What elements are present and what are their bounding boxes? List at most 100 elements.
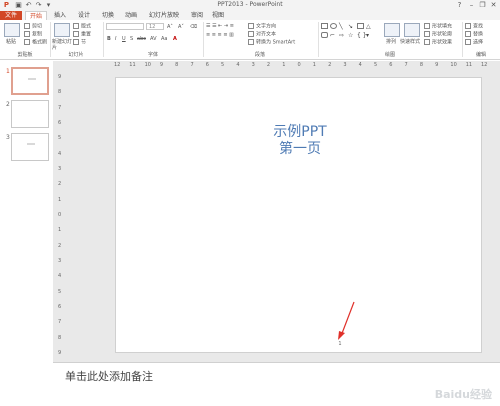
notes-placeholder[interactable]: 单击此处添加备注 xyxy=(65,368,153,384)
ruler-tick-label: 5 xyxy=(58,135,62,142)
select-button[interactable]: 选择 xyxy=(465,39,483,46)
align-icons[interactable]: ≡ ≡ ≡ ≡ ▥ xyxy=(206,32,234,38)
group-label-slides: 幻灯片 xyxy=(68,52,84,58)
save-icon[interactable]: ▣ xyxy=(14,1,23,10)
quick-styles-icon[interactable] xyxy=(404,23,420,37)
horizontal-ruler: 12 11 10 9 8 7 6 5 4 3 2 1 0 1 2 3 4 5 6 7 8 9 10 11 12 xyxy=(114,61,487,69)
tab-insert[interactable]: 插入 xyxy=(50,11,70,20)
shapes-gallery[interactable]: ╲ ↘ △ ⌐ ⇨ ☆ { } ▾ xyxy=(321,23,379,49)
ruler-tick-label: 0 xyxy=(297,62,301,68)
convert-smartart-button[interactable]: 转换为 SmartArt xyxy=(248,39,295,46)
tab-review[interactable]: 审阅 xyxy=(188,11,206,20)
char-spacing-button[interactable]: AV xyxy=(150,36,157,42)
underline-button[interactable]: U xyxy=(122,36,126,42)
ruler-tick-label: 11 xyxy=(465,62,473,68)
thumbnail-slide-3[interactable] xyxy=(11,133,49,161)
ruler-tick-label: 11 xyxy=(129,62,136,68)
text-direction-button[interactable]: 文字方向 xyxy=(248,23,276,30)
grow-font-icon[interactable]: A˄ xyxy=(167,24,173,30)
line-shape-icon[interactable]: ╲ xyxy=(339,23,343,30)
align-text-button[interactable]: 对齐文本 xyxy=(248,31,276,38)
font-name-select[interactable] xyxy=(106,23,144,30)
restore-button[interactable]: ❐ xyxy=(478,1,487,10)
cut-button[interactable]: 剪切 xyxy=(24,23,42,30)
align-text-icon xyxy=(248,31,254,37)
thumbnail-title-mark xyxy=(27,143,35,145)
watermark-logo: Baidu经验 xyxy=(434,388,492,401)
bullets-icon[interactable]: ☰ ☰ ⇤ ⇥ ≡ xyxy=(206,23,234,29)
tab-file[interactable]: 文件 xyxy=(0,11,22,20)
ruler-tick-label: 3 xyxy=(343,62,347,68)
ruler-tick-label: 9 xyxy=(58,350,62,356)
close-button[interactable]: ✕ xyxy=(489,1,498,10)
star-shape-icon[interactable]: ☆ xyxy=(348,32,353,39)
thumbnail-slide-2[interactable] xyxy=(11,100,49,128)
vertical-ruler: 9 8 7 6 5 4 3 2 1 0 1 2 3 4 5 6 7 8 9 xyxy=(56,70,64,356)
help-button[interactable]: ? xyxy=(455,1,464,10)
corner-shape-icon[interactable]: ⌐ xyxy=(330,32,335,39)
tab-slideshow[interactable]: 幻灯片放映 xyxy=(144,11,184,20)
ruler-tick-label: 8 xyxy=(58,89,62,96)
arrange-icon[interactable] xyxy=(384,23,400,37)
rectangle-shape-icon[interactable] xyxy=(321,23,328,29)
font-size-select[interactable]: 12 xyxy=(146,23,164,30)
ruler-tick-label: 3 xyxy=(58,166,62,172)
font-color-button[interactable]: A xyxy=(173,36,177,42)
replace-button[interactable]: 替换 xyxy=(465,31,483,38)
thumbnail-slide-1[interactable] xyxy=(11,67,49,95)
ruler-tick-label: 1 xyxy=(58,196,62,203)
thumbnail-number: 3 xyxy=(6,134,10,141)
tab-transitions[interactable]: 切换 xyxy=(98,11,118,20)
square-shape-icon[interactable] xyxy=(357,23,364,29)
shape-fill-button[interactable]: 形状填充 xyxy=(424,23,452,30)
undo-icon[interactable]: ↶ xyxy=(24,1,33,10)
notes-pane[interactable]: 单击此处添加备注 xyxy=(53,362,500,406)
slide-canvas[interactable]: 示例PPT 第一页 1 xyxy=(115,77,482,353)
tab-home[interactable]: 开始 xyxy=(25,11,47,20)
tab-view[interactable]: 视图 xyxy=(209,11,227,20)
shrink-font-icon[interactable]: A˅ xyxy=(178,24,184,30)
arrange-button[interactable]: 排列 xyxy=(386,39,396,45)
replace-icon xyxy=(465,31,471,37)
find-button[interactable]: 查找 xyxy=(465,23,483,30)
select-icon xyxy=(465,39,471,45)
format-painter-button[interactable]: 格式刷 xyxy=(24,39,47,46)
shape-effects-button[interactable]: 形状效果 xyxy=(424,39,452,46)
triangle-shape-icon[interactable]: △ xyxy=(366,23,371,30)
ruler-tick-label: 8 xyxy=(419,62,424,68)
paste-icon[interactable] xyxy=(4,23,20,37)
quick-styles-button[interactable]: 快速样式 xyxy=(400,39,420,45)
ruler-tick-label: 6 xyxy=(205,62,209,68)
change-case-button[interactable]: Aa xyxy=(161,36,167,42)
redo-icon[interactable]: ↷ xyxy=(34,1,43,10)
minimize-button[interactable]: – xyxy=(467,1,476,10)
right-arrow-shape-icon[interactable]: ⇨ xyxy=(339,32,344,39)
shape-outline-button[interactable]: 形状轮廓 xyxy=(424,31,452,38)
reset-button[interactable]: 重置 xyxy=(73,31,91,38)
group-label-drawing: 绘图 xyxy=(384,52,395,58)
new-slide-button[interactable]: 新建幻灯片 xyxy=(52,39,72,51)
group-label-clipboard: 剪贴板 xyxy=(17,52,33,58)
rounded-rect-shape-icon[interactable] xyxy=(321,32,328,38)
tab-design[interactable]: 设计 xyxy=(74,11,94,20)
more-shapes-icon[interactable]: ▾ xyxy=(366,32,369,39)
customize-icon[interactable]: ▾ xyxy=(44,1,53,10)
paste-button[interactable]: 粘贴 xyxy=(6,39,16,45)
clear-format-icon[interactable]: ⌫ xyxy=(190,24,197,30)
strikethrough-button[interactable]: abc xyxy=(137,36,146,42)
oval-shape-icon[interactable] xyxy=(330,23,337,29)
powerpoint-logo-icon: P xyxy=(3,1,10,9)
section-button[interactable]: 节 xyxy=(73,39,86,46)
slide-title-textbox[interactable]: 示例PPT 第一页 xyxy=(216,124,384,158)
bold-button[interactable]: B xyxy=(107,36,111,42)
italic-button[interactable]: I xyxy=(115,36,116,42)
copy-icon xyxy=(24,31,30,37)
copy-button[interactable]: 复制 xyxy=(24,31,42,38)
new-slide-icon[interactable] xyxy=(54,23,70,37)
layout-button[interactable]: 版式 xyxy=(73,23,91,30)
tab-animations[interactable]: 动画 xyxy=(121,11,141,20)
ruler-tick-label: 5 xyxy=(58,288,62,295)
arrow-shape-icon[interactable]: ↘ xyxy=(348,23,353,30)
title-bar: PPT2013 - PowerPoint P ▣ ↶ ↷ ▾ ? – ❐ ✕ xyxy=(0,0,500,11)
shadow-button[interactable]: S xyxy=(130,36,133,42)
